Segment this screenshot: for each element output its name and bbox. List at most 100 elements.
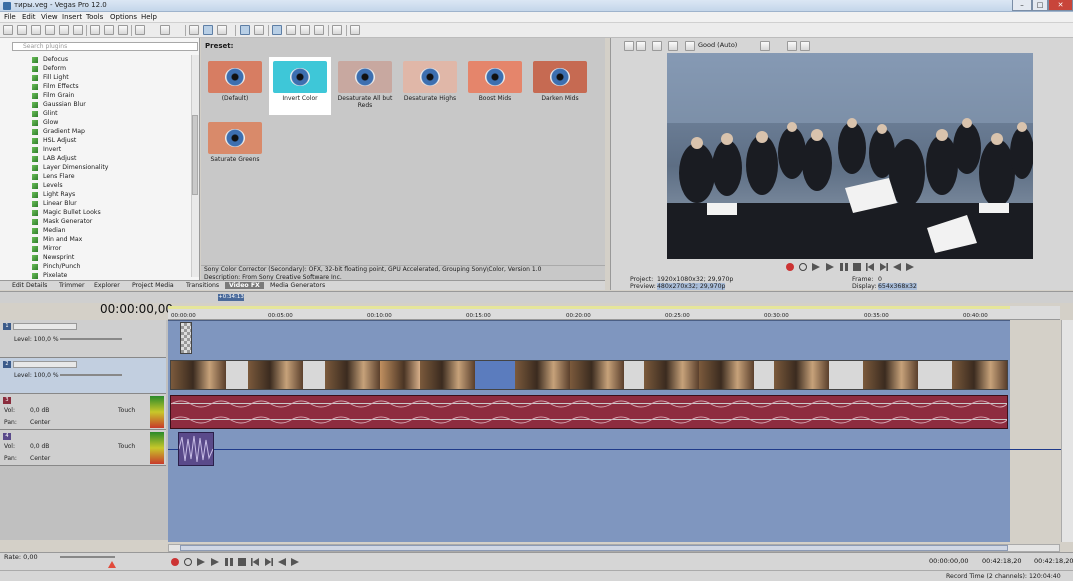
maximize-button[interactable]: □	[1032, 0, 1048, 11]
stop-icon[interactable]	[853, 263, 861, 271]
pause-icon[interactable]	[840, 263, 848, 271]
tab-transitions[interactable]: Transitions	[182, 282, 223, 289]
paste-icon[interactable]	[118, 25, 128, 35]
plugin-item[interactable]: Gaussian Blur	[32, 100, 192, 109]
timeline-pause-icon[interactable]	[225, 558, 233, 566]
save-icon[interactable]	[31, 25, 41, 35]
menu-view[interactable]: View	[41, 13, 58, 21]
undo-icon[interactable]	[135, 25, 145, 35]
menu-tools[interactable]: Tools	[86, 13, 103, 21]
tab-media-generators[interactable]: Media Generators	[266, 282, 329, 289]
track-header-4[interactable]: 4 Vol: 0,0 dB Pan: Center Touch	[0, 430, 166, 466]
menu-options[interactable]: Options	[110, 13, 137, 21]
track-name-field[interactable]	[13, 323, 77, 330]
minimize-button[interactable]: –	[1012, 0, 1032, 11]
close-button[interactable]: ✕	[1048, 0, 1073, 11]
plugin-item[interactable]: Levels	[32, 181, 192, 190]
plugin-item[interactable]: Pinch/Punch	[32, 262, 192, 271]
menu-insert[interactable]: Insert	[62, 13, 82, 21]
volume-envelope-line[interactable]	[168, 449, 1061, 450]
tab-edit-details[interactable]: Edit Details	[8, 282, 51, 289]
timeline-marker[interactable]: +0:34:13	[218, 294, 244, 301]
plugin-item[interactable]: Linear Blur	[32, 199, 192, 208]
rate-slider[interactable]	[60, 556, 115, 558]
timeline-vertical-scrollbar[interactable]	[1061, 320, 1073, 542]
plugin-item[interactable]: Fill Light	[32, 73, 192, 82]
track-header-2[interactable]: 2 Level: 100,0 %	[0, 358, 166, 394]
save-snapshot-icon[interactable]	[800, 41, 810, 51]
preset-item[interactable]: (Default)	[204, 57, 266, 115]
render-icon[interactable]	[59, 25, 69, 35]
trim-tool-icon[interactable]	[314, 25, 324, 35]
plugin-item[interactable]: Gradient Map	[32, 127, 192, 136]
plugin-item[interactable]: Film Effects	[32, 82, 192, 91]
automation-mode[interactable]: Touch	[118, 407, 135, 414]
plugin-item[interactable]: Deform	[32, 64, 192, 73]
plugin-item[interactable]: HSL Adjust	[32, 136, 192, 145]
plugin-item[interactable]: Layer Dimensionality	[32, 163, 192, 172]
menu-file[interactable]: File	[4, 13, 16, 21]
normal-edit-tool-icon[interactable]	[240, 25, 250, 35]
video-clip[interactable]	[170, 360, 1008, 390]
open-icon[interactable]	[17, 25, 27, 35]
search-plugins-input[interactable]: Search plugins	[12, 42, 198, 51]
new-icon[interactable]	[3, 25, 13, 35]
copy-icon[interactable]	[104, 25, 114, 35]
tab-video-fx[interactable]: Video FX	[225, 282, 264, 289]
preset-item[interactable]: Invert Color	[269, 57, 331, 115]
redo-icon[interactable]	[160, 25, 170, 35]
cut-icon[interactable]	[90, 25, 100, 35]
tab-project-media[interactable]: Project Media	[128, 282, 178, 289]
plugin-item[interactable]: Defocus	[32, 55, 192, 64]
plugin-item[interactable]: Mirror	[32, 244, 192, 253]
external-monitor-icon[interactable]	[636, 41, 646, 51]
level-slider[interactable]	[60, 338, 122, 340]
timeline-scroll-thumb[interactable]	[180, 545, 1008, 551]
plugin-item[interactable]: Glint	[32, 109, 192, 118]
plugin-item[interactable]: Light Rays	[32, 190, 192, 199]
audio-clip[interactable]	[178, 432, 214, 466]
plugin-item[interactable]: Magic Bullet Looks	[32, 208, 192, 217]
copy-snapshot-icon[interactable]	[787, 41, 797, 51]
plugin-item[interactable]: Median	[32, 226, 192, 235]
timeline-track-area[interactable]	[168, 320, 1010, 542]
track-header-1[interactable]: 1 Level: 100,0 %	[0, 320, 166, 358]
overlays-icon[interactable]	[760, 41, 770, 51]
audio-clip[interactable]	[170, 395, 1008, 429]
track-header-3[interactable]: 3 Vol: 0,0 dB Pan: Center Touch	[0, 394, 166, 430]
preset-item[interactable]: Desaturate Highs	[399, 57, 461, 115]
timeline-record-icon[interactable]	[171, 558, 179, 566]
preset-item[interactable]: Boost Mids	[464, 57, 526, 115]
timeline-loop-icon[interactable]	[184, 558, 192, 566]
record-icon[interactable]	[786, 263, 794, 271]
preview-fx-icon[interactable]	[652, 41, 662, 51]
save-as-icon[interactable]	[45, 25, 55, 35]
split-screen-icon[interactable]	[668, 41, 678, 51]
plugin-list-scroll-thumb[interactable]	[192, 115, 198, 195]
timeline-stop-icon[interactable]	[238, 558, 246, 566]
auto-ripple-icon[interactable]	[203, 25, 213, 35]
plugin-item[interactable]: Pixelate	[32, 271, 192, 280]
ignore-grouping-icon[interactable]	[332, 25, 342, 35]
automation-mode[interactable]: Touch	[118, 443, 135, 450]
split-tool-icon[interactable]	[300, 25, 310, 35]
help-icon[interactable]	[350, 25, 360, 35]
loop-region-bar[interactable]	[168, 306, 1010, 309]
envelope-tool-icon[interactable]	[254, 25, 264, 35]
loop-icon[interactable]	[799, 263, 807, 271]
properties-icon[interactable]	[73, 25, 83, 35]
plugin-item[interactable]: Mask Generator	[32, 217, 192, 226]
menu-edit[interactable]: Edit	[22, 13, 36, 21]
preset-item[interactable]: Saturate Greens	[204, 118, 266, 176]
plugin-item[interactable]: Glow	[32, 118, 192, 127]
snap-icon[interactable]	[189, 25, 199, 35]
plugin-item[interactable]: Invert	[32, 145, 192, 154]
lock-envelopes-icon[interactable]	[217, 25, 227, 35]
tab-trimmer[interactable]: Trimmer	[55, 282, 89, 289]
video-clip[interactable]	[180, 322, 192, 354]
plugin-item[interactable]: Newsprint	[32, 253, 192, 262]
preset-item[interactable]: Darken Mids	[529, 57, 591, 115]
plugin-item[interactable]: LAB Adjust	[32, 154, 192, 163]
plugin-item[interactable]: Min and Max	[32, 235, 192, 244]
preview-properties-icon[interactable]	[624, 41, 634, 51]
